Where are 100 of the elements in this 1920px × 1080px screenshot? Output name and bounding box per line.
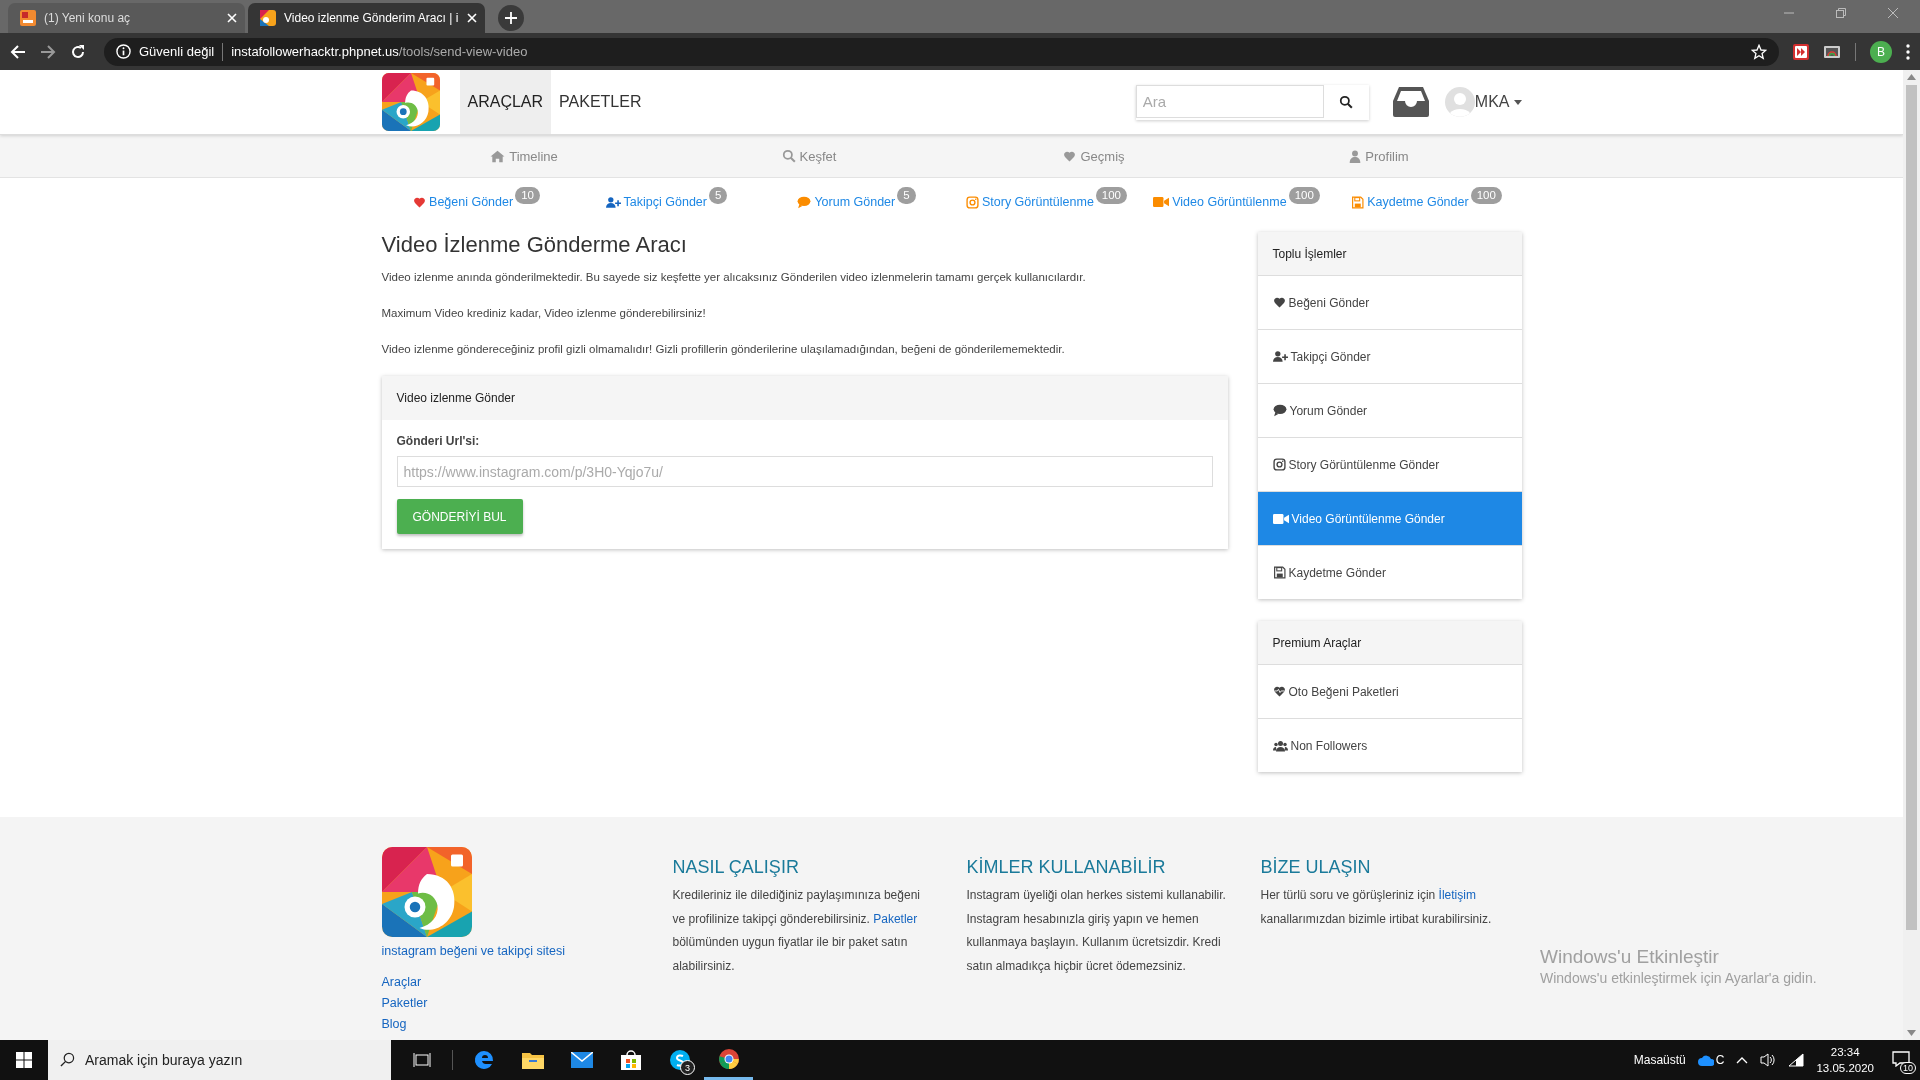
video-camera-icon (1153, 196, 1170, 208)
tool-link[interactable]: Beğeni Gönder (413, 189, 514, 209)
nav-link[interactable]: Profilim (1236, 135, 1522, 177)
text-link[interactable]: Paketler (873, 911, 918, 926)
panel-title: Toplu İşlemler (1257, 232, 1522, 276)
text-link[interactable]: İletişim (1438, 888, 1476, 902)
url-field[interactable]: https://www.instagram.com/p/3H0-Yqjo7u/ (396, 456, 1213, 487)
activation-text: Windows'u etkinleştirmek için Ayarlar'a gidin. (1540, 970, 1817, 986)
user-icon (1349, 149, 1362, 163)
back-icon[interactable] (10, 43, 26, 60)
nav-link[interactable]: Keşfet (666, 135, 952, 177)
column-title: NASIL ÇALIŞIR (672, 857, 800, 878)
restore-icon[interactable] (1836, 8, 1846, 18)
sidebar-item[interactable]: Story Görüntülenme Gönder (1257, 438, 1522, 492)
notification-icon[interactable] (1892, 1050, 1910, 1067)
column-text: Instagram üyeliği olan herkes sistemi kullanabilir. Instagram hesabınızla giriş yapın ve hemen kullanmaya başlayın. Kullanım ücretsizdir. Kredi satın almadıkça hiçbir ücret ödemezsiniz. (966, 887, 1227, 975)
count-badge: 5 (897, 187, 916, 204)
search-icon (781, 149, 796, 163)
sidebar-item[interactable]: Takipçi Gönder (1257, 330, 1522, 384)
tool-link[interactable]: Video Görüntülenme (1153, 189, 1287, 209)
field-label: Gönderi Url'si: (396, 434, 481, 448)
description-text: Video izlenme anında gönderilmektedir. Bu sayede siz keşfette yer alıcaksınız Gönderilen video izlenmelerin tamamı gerçek kullanıcılardır. (381, 270, 1087, 285)
chrome-browser-icon[interactable] (717, 1047, 740, 1070)
footer-link[interactable]: Paketler (381, 993, 673, 1014)
sidebar-item[interactable]: Video Görüntülenme Gönder (1257, 492, 1522, 546)
column-text: Kredileriniz ile dilediğiniz paylaşımınıza beğeni ve profilinize takipçi gönderebilirsiniz. Paketler bölümünden uygun fiyatlar ile bir paket satın alabilirsiniz. (672, 887, 921, 975)
profile-avatar[interactable]: B (1870, 40, 1892, 63)
task-view-icon[interactable] (412, 1052, 431, 1068)
store-icon[interactable] (620, 1050, 641, 1070)
search-icon[interactable] (60, 1052, 75, 1067)
scrollbar-thumb[interactable] (1906, 85, 1917, 930)
new-tab-button[interactable] (498, 5, 524, 31)
browser-tab[interactable]: Video izlenme Gönderim Aracı | i (248, 3, 485, 33)
tool-link[interactable]: Yorum Gönder (797, 189, 896, 209)
count-badge: 5 (709, 187, 728, 204)
extension-icon[interactable] (1793, 43, 1809, 60)
chevron-up-icon[interactable] (1736, 1056, 1749, 1064)
browser-icon[interactable] (472, 1049, 495, 1071)
column-title: KİMLER KULLANABİLİR (966, 857, 1167, 878)
menu-icon[interactable] (1906, 43, 1910, 60)
column-text: Her türlü soru ve görüşleriniz için İletişim kanallarımızdan bizimle irtibat kurabilirsiniz. (1260, 887, 1493, 928)
sidebar-item[interactable]: Yorum Gönder (1257, 384, 1522, 438)
speech-bubble-icon (797, 195, 812, 209)
users-icon (1272, 739, 1288, 752)
count-badge: 100 (1470, 187, 1502, 204)
inbox-icon[interactable] (1392, 87, 1429, 117)
scroll-down-icon[interactable] (1907, 1030, 1916, 1036)
nav-link[interactable]: Timeline (381, 135, 667, 177)
desktop-label[interactable]: Masaüstü (1633, 1053, 1686, 1067)
tagline-link[interactable]: instagram beğeni ve takipçi sitesi (381, 944, 673, 958)
sidebar-item[interactable]: Beğeni Gönder (1257, 276, 1522, 330)
address-bar[interactable]: Güvenli değil instafollowerhacktr.phpnet.us/tools/send-view-video (104, 37, 1779, 66)
extension-icon[interactable] (1823, 43, 1841, 60)
description-text: Maximum Video krediniz kadar, Video izlenme gönderebilirsiniz! (381, 306, 707, 321)
find-post-button[interactable]: GÖNDERİYİ BUL (396, 499, 523, 534)
network-icon[interactable] (1788, 1053, 1805, 1067)
page-title: Video İzlenme Gönderme Aracı (381, 232, 688, 258)
clock-text: 23:34 13.05.2020 (1816, 1045, 1874, 1076)
tool-link[interactable]: Takipçi Gönder (605, 189, 707, 209)
caret-icon[interactable] (1513, 99, 1522, 105)
heart-icon (413, 195, 427, 209)
forward-icon[interactable] (40, 43, 56, 60)
windows-start-icon[interactable] (16, 1052, 32, 1068)
notification-count: 10 (1900, 1061, 1916, 1074)
speaker-icon[interactable] (1760, 1053, 1777, 1067)
sidebar-item[interactable]: Kaydetme Gönder (1257, 546, 1522, 599)
nav-tab[interactable]: PAKETLER (551, 70, 650, 134)
user-plus-icon (605, 195, 621, 209)
plus-icon[interactable] (505, 12, 517, 24)
count-badge: 100 (1288, 187, 1320, 204)
column-title: BİZE ULAŞIN (1260, 857, 1372, 878)
sidebar-item[interactable]: Oto Beğeni Paketleri (1257, 665, 1522, 719)
cloud-icon[interactable] (1697, 1054, 1714, 1066)
notification-badge: 3 (680, 1060, 695, 1075)
browser-tab[interactable]: (1) Yeni konu aç (8, 3, 245, 33)
description-text: Video izlenme göndereceğiniz profil gizli olmamalıdır! Gizli profillerin gönderilerine ulaşılamadığından, beğeni de gönderilememektedir. (381, 342, 1066, 357)
taskbar-search-field[interactable]: Aramak için buraya yazın (48, 1040, 391, 1080)
star-icon[interactable] (1751, 43, 1767, 60)
nav-link[interactable]: Geçmiş (951, 135, 1237, 177)
footer-link[interactable]: Blog (381, 1014, 673, 1035)
search-icon[interactable] (1339, 95, 1354, 109)
weather-text: C (1715, 1053, 1725, 1067)
tool-link[interactable]: Story Görüntülenme (965, 189, 1094, 209)
camera-outline-icon (1272, 458, 1286, 471)
user-plus-icon (1272, 350, 1288, 363)
user-menu[interactable]: MKA (1474, 93, 1522, 111)
search-field[interactable]: Ara (1135, 84, 1324, 118)
reload-icon[interactable] (70, 43, 86, 60)
footer-link[interactable]: Araçlar (381, 972, 673, 993)
mail-icon[interactable] (570, 1052, 593, 1068)
logo-icon (381, 73, 440, 131)
search-button[interactable] (1323, 84, 1369, 120)
tool-link[interactable]: Kaydetme Gönder (1351, 189, 1469, 209)
video-camera-icon (1272, 512, 1289, 525)
card-title: Video izlenme Gönder (381, 376, 1228, 420)
favicon-icon (20, 10, 36, 26)
folder-icon[interactable] (521, 1051, 544, 1069)
scroll-up-icon[interactable] (1907, 74, 1916, 80)
sidebar-item[interactable]: Non Followers (1257, 719, 1522, 772)
nav-tab[interactable]: ARAÇLAR (459, 70, 552, 134)
